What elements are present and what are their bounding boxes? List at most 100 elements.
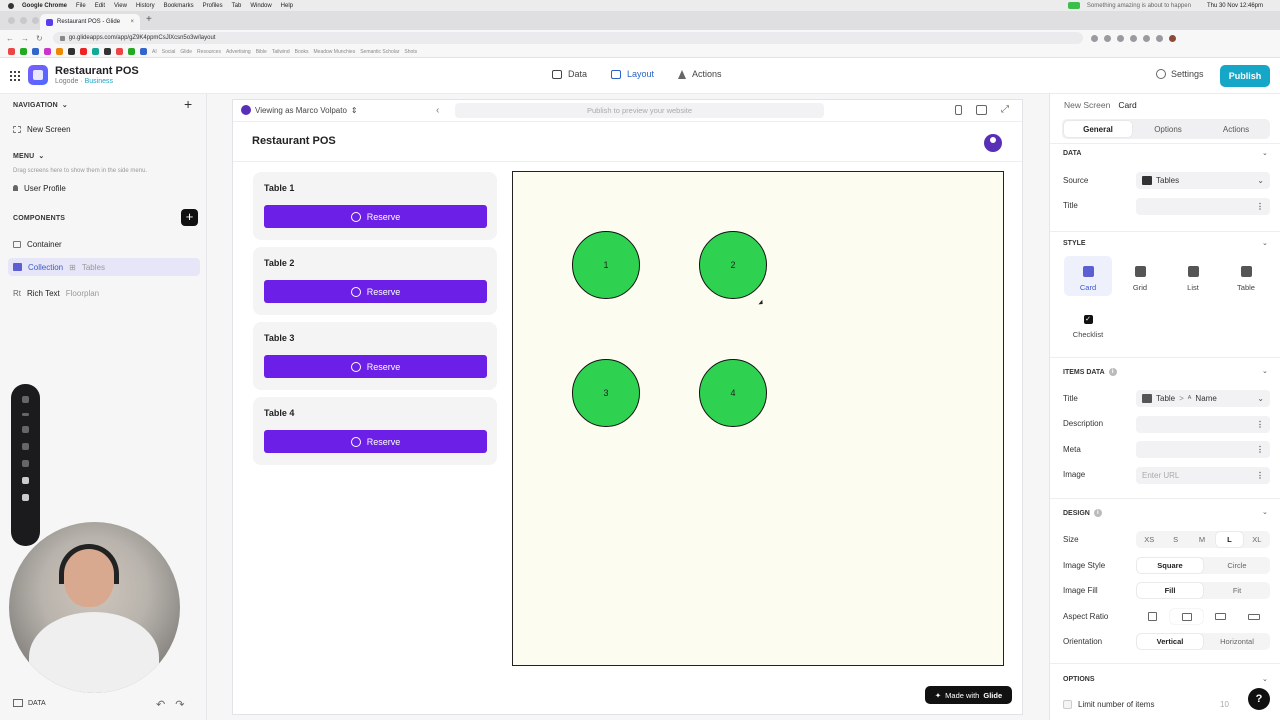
image-fill-fill[interactable]: Fill — [1137, 583, 1203, 598]
more-vertical-icon[interactable]: ⋮ — [1256, 420, 1264, 429]
bookmark-resources[interactable]: Resources — [197, 49, 221, 55]
style-grid[interactable]: Grid — [1116, 256, 1164, 296]
nav-item-new-screen[interactable]: New Screen — [8, 120, 200, 138]
table-card[interactable]: Table 4 Reserve — [253, 397, 497, 465]
menu-profiles[interactable]: Profiles — [203, 3, 223, 9]
menu-view[interactable]: View — [114, 3, 127, 9]
bookmark-tailwind[interactable]: Tailwind — [272, 49, 290, 55]
url-bar[interactable]: go.glideapps.com/app/gZ9K4ppmCsJlXcsn5o3… — [52, 32, 1083, 44]
avatar[interactable] — [984, 134, 1002, 152]
minimize-window-icon[interactable] — [20, 17, 27, 24]
breadcrumb-screen[interactable]: New Screen — [1064, 100, 1110, 110]
bookmark-favicon-icon[interactable] — [80, 48, 87, 55]
orientation-vertical[interactable]: Vertical — [1137, 634, 1203, 649]
info-icon[interactable]: i — [1108, 368, 1117, 376]
table-card[interactable]: Table 1 Reserve — [253, 172, 497, 240]
tab-general[interactable]: General — [1064, 121, 1132, 137]
phone-icon[interactable] — [955, 105, 962, 115]
image-style-circle[interactable]: Circle — [1204, 557, 1270, 574]
chevron-down-icon[interactable]: ⌄ — [1262, 675, 1268, 683]
desktop-icon[interactable] — [976, 105, 987, 115]
bookmark-semantic-scholar[interactable]: Semantic Scholar — [360, 49, 399, 55]
made-with-glide-badge[interactable]: ✦ Made with Glide — [925, 686, 1012, 704]
extension-icon[interactable] — [1090, 34, 1098, 42]
floorplan-table[interactable]: 4 — [699, 359, 767, 427]
pause-icon[interactable] — [22, 426, 29, 433]
zoom-window-icon[interactable] — [32, 17, 39, 24]
meta-field[interactable]: ⋮ — [1136, 441, 1270, 458]
image-fill-fit[interactable]: Fit — [1204, 582, 1270, 599]
limit-checkbox[interactable] — [1063, 700, 1072, 709]
bookmark-favicon-icon[interactable] — [128, 48, 135, 55]
menu-tab[interactable]: Tab — [232, 3, 242, 9]
undo-icon[interactable]: ↶ — [156, 699, 175, 711]
nav-layout[interactable]: Layout — [611, 69, 654, 79]
more-vertical-icon[interactable]: ⋮ — [1256, 471, 1264, 480]
bookmark-bible[interactable]: Bible — [256, 49, 267, 55]
more-vertical-icon[interactable]: ⋮ — [1256, 445, 1264, 454]
size-m[interactable]: M — [1189, 531, 1215, 548]
info-icon[interactable]: i — [1093, 509, 1102, 517]
apple-icon[interactable] — [8, 2, 14, 9]
bookmark-books[interactable]: Books — [295, 49, 309, 55]
add-component-button[interactable]: + — [181, 209, 198, 226]
menubar-clock[interactable]: Thu 30 Nov 12:46pm — [1207, 3, 1263, 9]
close-window-icon[interactable] — [8, 17, 15, 24]
source-select[interactable]: Tables ⌄ — [1136, 172, 1270, 189]
limit-value[interactable]: 10 — [1220, 700, 1229, 709]
reserve-button[interactable]: Reserve — [264, 355, 487, 378]
menubar-app-name[interactable]: Google Chrome — [22, 3, 67, 9]
more-vertical-icon[interactable]: ⋮ — [1256, 202, 1264, 211]
floorplan-table[interactable]: 1 — [572, 231, 640, 299]
component-container[interactable]: Container — [8, 235, 200, 253]
menu-bookmarks[interactable]: Bookmarks — [164, 3, 194, 9]
effects-icon[interactable] — [22, 494, 29, 501]
extension-icon[interactable] — [1155, 34, 1163, 42]
floorplan[interactable]: 1 2 3 4 — [512, 171, 1004, 666]
bookmark-favicon-icon[interactable] — [140, 48, 147, 55]
nav-actions[interactable]: Actions — [678, 69, 722, 79]
style-list[interactable]: List — [1169, 256, 1217, 296]
bookmark-favicon-icon[interactable] — [44, 48, 51, 55]
back-arrow-icon[interactable]: ← — [6, 34, 14, 43]
settings-button[interactable]: Settings — [1156, 69, 1204, 79]
bookmark-favicon-icon[interactable] — [104, 48, 111, 55]
viewing-as-selector[interactable]: Viewing as Marco Volpato ⇕ — [241, 105, 358, 115]
redo-icon[interactable]: ↷ — [175, 699, 194, 711]
navigation-section-title[interactable]: NAVIGATION ⌄ — [13, 101, 68, 110]
bookmark-advertising[interactable]: Advertising — [226, 49, 251, 55]
style-table[interactable]: Table — [1222, 256, 1270, 296]
size-xs[interactable]: XS — [1136, 531, 1162, 548]
forward-arrow-icon[interactable]: → — [21, 34, 29, 43]
bookmark-favicon-icon[interactable] — [56, 48, 63, 55]
chevron-down-icon[interactable]: ⌄ — [1262, 239, 1268, 247]
apps-grid-icon[interactable] — [10, 71, 20, 81]
orientation-horizontal[interactable]: Horizontal — [1204, 633, 1270, 650]
image-style-square[interactable]: Square — [1137, 558, 1203, 573]
reserve-button[interactable]: Reserve — [264, 430, 487, 453]
bookmark-favicon-icon[interactable] — [116, 48, 123, 55]
bookmark-ai[interactable]: AI — [152, 49, 157, 55]
style-checklist[interactable]: ✓ Checklist — [1064, 303, 1112, 343]
menu-help[interactable]: Help — [281, 3, 293, 9]
nav-data[interactable]: Data — [552, 69, 587, 79]
back-chevron-icon[interactable]: ‹ — [436, 105, 439, 116]
publish-button[interactable]: Publish — [1220, 65, 1270, 87]
bookmark-social[interactable]: Social — [162, 49, 176, 55]
floorplan-table[interactable]: 2 — [699, 231, 767, 299]
expand-icon[interactable]: ⤢ — [1001, 105, 1009, 115]
help-button[interactable]: ? — [1248, 688, 1270, 710]
chevron-down-icon[interactable]: ⌄ — [1262, 508, 1268, 516]
reserve-button[interactable]: Reserve — [264, 205, 487, 228]
extension-icon[interactable] — [1142, 34, 1150, 42]
data-footer[interactable]: DATA — [13, 699, 46, 707]
image-url-input[interactable]: Enter URL ⋮ — [1136, 467, 1270, 484]
menu-section-title[interactable]: MENU ⌄ — [13, 152, 45, 161]
limit-items-toggle[interactable]: Limit number of items — [1063, 700, 1154, 709]
style-card[interactable]: Card — [1064, 256, 1112, 296]
aspect-square[interactable] — [1136, 608, 1169, 625]
reserve-button[interactable]: Reserve — [264, 280, 487, 303]
size-xl[interactable]: XL — [1244, 531, 1270, 548]
size-s[interactable]: S — [1162, 531, 1188, 548]
bookmark-favicon-icon[interactable] — [8, 48, 15, 55]
